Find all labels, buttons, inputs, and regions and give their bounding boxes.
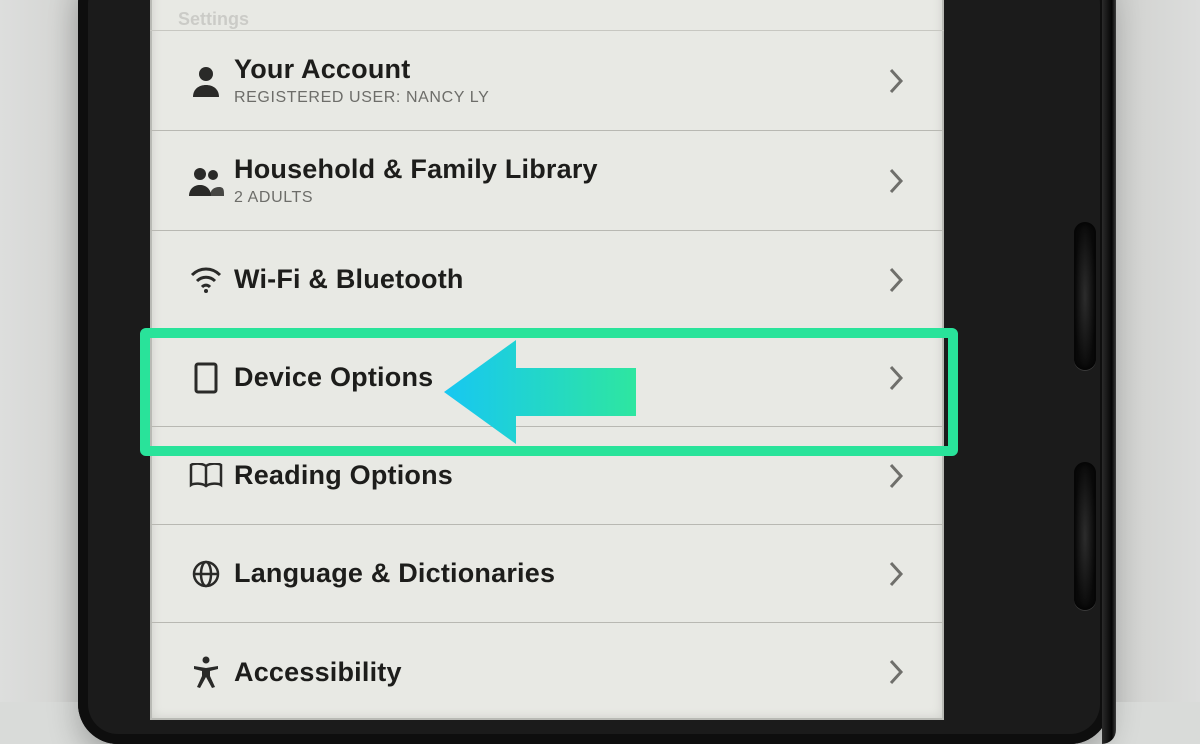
chevron-right-icon	[876, 462, 916, 490]
settings-item-wifi-bluetooth[interactable]: Wi-Fi & Bluetooth	[150, 231, 944, 329]
settings-item-reading-options[interactable]: Reading Options	[150, 427, 944, 525]
ereader-screen: Settings Your Account REGISTERED USER: N…	[150, 0, 944, 720]
people-icon	[178, 166, 234, 196]
chevron-right-icon	[876, 167, 916, 195]
chevron-right-icon	[876, 266, 916, 294]
row-title: Wi-Fi & Bluetooth	[234, 264, 876, 295]
breadcrumb: Settings	[178, 9, 249, 30]
row-title: Device Options	[234, 362, 876, 393]
chevron-right-icon	[876, 364, 916, 392]
settings-item-language-dictionaries[interactable]: Language & Dictionaries	[150, 525, 944, 623]
settings-item-device-options[interactable]: Device Options	[150, 329, 944, 427]
globe-icon	[178, 559, 234, 589]
row-title: Accessibility	[234, 657, 876, 688]
accessibility-icon	[178, 656, 234, 688]
book-icon	[178, 463, 234, 489]
settings-item-household[interactable]: Household & Family Library 2 ADULTS	[150, 131, 944, 231]
row-title: Household & Family Library	[234, 154, 876, 185]
settings-header: Settings	[150, 0, 944, 31]
page-turn-button-top[interactable]	[1074, 222, 1096, 370]
chevron-right-icon	[876, 658, 916, 686]
wifi-icon	[178, 267, 234, 293]
row-title: Reading Options	[234, 460, 876, 491]
person-icon	[178, 65, 234, 97]
tablet-icon	[178, 362, 234, 394]
row-title: Your Account	[234, 54, 876, 85]
chevron-right-icon	[876, 67, 916, 95]
row-title: Language & Dictionaries	[234, 558, 876, 589]
row-subtitle: 2 ADULTS	[234, 189, 876, 207]
settings-item-your-account[interactable]: Your Account REGISTERED USER: NANCY LY	[150, 31, 944, 131]
settings-item-accessibility[interactable]: Accessibility	[150, 623, 944, 721]
row-subtitle: REGISTERED USER: NANCY LY	[234, 89, 876, 107]
chevron-right-icon	[876, 560, 916, 588]
page-turn-button-bottom[interactable]	[1074, 462, 1096, 610]
